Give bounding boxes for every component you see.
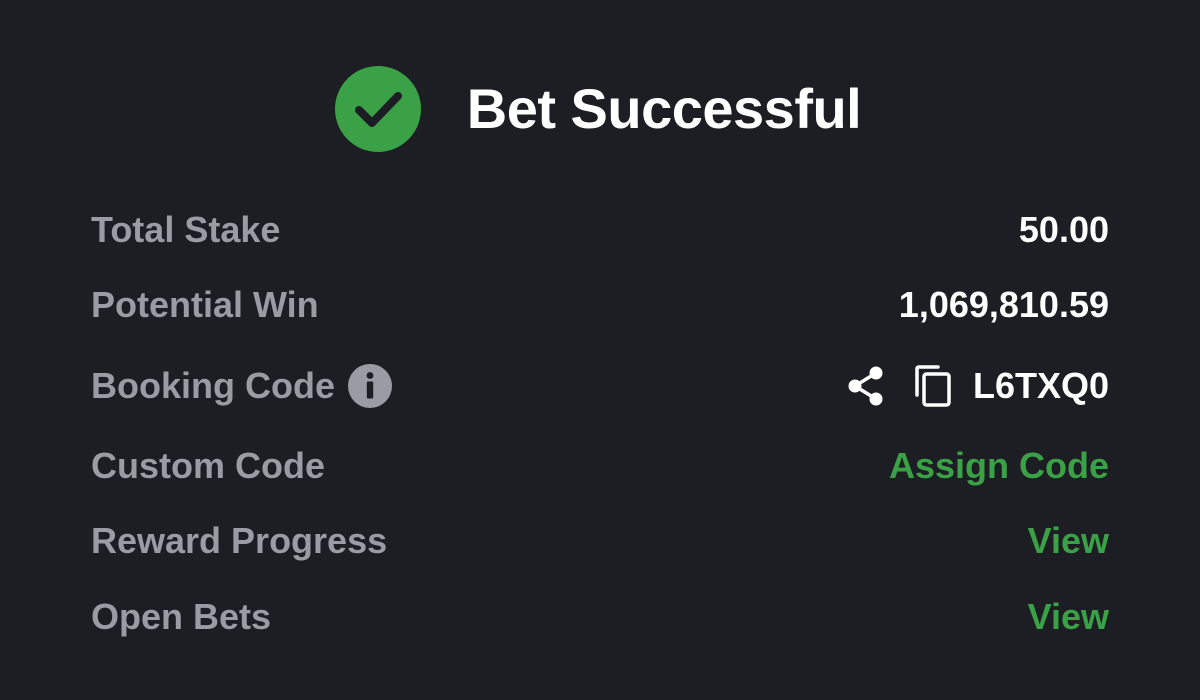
share-icon[interactable] — [845, 364, 887, 408]
check-circle-icon — [334, 66, 421, 152]
booking-code-label-group: Booking Code — [91, 364, 392, 408]
total-stake-row: Total Stake 50.00 — [91, 200, 1109, 260]
booking-code-label: Booking Code — [91, 365, 335, 406]
total-stake-value: 50.00 — [1018, 209, 1109, 250]
reward-progress-row: Reward Progress View — [91, 511, 1109, 571]
open-bets-view-link[interactable]: View — [1028, 596, 1109, 638]
custom-code-label: Custom Code — [91, 445, 325, 486]
total-stake-label: Total Stake — [91, 209, 281, 250]
custom-code-row: Custom Code Assign Code — [91, 436, 1109, 496]
reward-progress-label: Reward Progress — [91, 520, 388, 561]
open-bets-label: Open Bets — [91, 596, 272, 637]
potential-win-value: 1,069,810.59 — [898, 284, 1109, 325]
potential-win-label: Potential Win — [91, 284, 319, 325]
potential-win-row: Potential Win 1,069,810.59 — [91, 275, 1109, 335]
booking-code-row: Booking Code L6TXQ0 — [91, 356, 1109, 416]
copy-icon[interactable] — [913, 364, 953, 408]
reward-progress-view-link[interactable]: View — [1028, 520, 1109, 562]
booking-code-value[interactable]: L6TXQ0 — [973, 365, 1109, 407]
bet-confirmation-panel: Bet Successful Total Stake 50.00 Potenti… — [0, 0, 1200, 700]
open-bets-row: Open Bets View — [91, 587, 1109, 647]
header: Bet Successful — [0, 66, 1200, 152]
info-icon[interactable] — [347, 364, 392, 408]
assign-code-link[interactable]: Assign Code — [889, 445, 1109, 487]
page-title: Bet Successful — [466, 77, 862, 140]
booking-code-value-group: L6TXQ0 — [845, 364, 1109, 408]
